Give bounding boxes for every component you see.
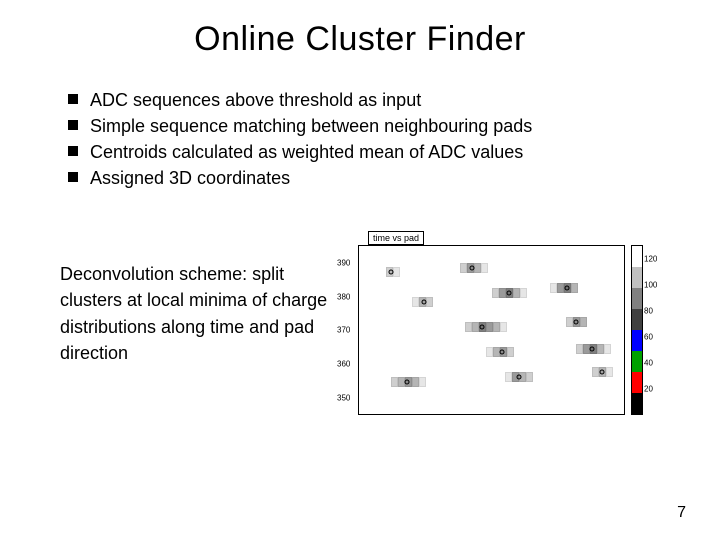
cluster-cell: [566, 317, 573, 327]
cluster-cell: [472, 322, 479, 332]
cluster-cell: [520, 288, 527, 298]
cluster-cell: [391, 377, 398, 387]
chart-title: time vs pad: [368, 231, 424, 245]
centroid-marker: [599, 370, 604, 375]
y-tick: 380: [337, 292, 350, 301]
bullet-item: Centroids calculated as weighted mean of…: [68, 139, 660, 165]
cluster-cell: [513, 288, 520, 298]
cluster-cell: [500, 322, 507, 332]
centroid-marker: [421, 299, 426, 304]
colorbar-segment: [632, 351, 642, 372]
centroid-marker: [499, 350, 504, 355]
cluster: [492, 288, 527, 298]
cluster-cell: [606, 367, 613, 377]
cluster-cell: [550, 283, 557, 293]
page-number: 7: [677, 504, 686, 522]
colorbar-segment: [632, 330, 642, 351]
cluster-cell: [419, 377, 426, 387]
cluster: [460, 263, 488, 273]
colorbar-segment: [632, 246, 642, 267]
cluster-cell: [412, 377, 419, 387]
cluster-cell: [571, 283, 578, 293]
colorbar-segment: [632, 393, 642, 414]
centroid-marker: [516, 375, 521, 380]
cluster-cell: [604, 344, 611, 354]
cluster: [592, 367, 613, 377]
cluster: [576, 344, 611, 354]
centroid-marker: [574, 319, 579, 324]
colorbar-segment: [632, 288, 642, 309]
cluster-cell: [557, 283, 564, 293]
colorbar-ticks: 20 40 60 80 100 120: [644, 246, 664, 414]
cluster-cell: [499, 288, 506, 298]
centroid-marker: [404, 380, 409, 385]
y-tick: 390: [337, 259, 350, 268]
time-vs-pad-chart: 350360370380390 20406080100120: [358, 245, 643, 415]
colorbar-tick: 80: [644, 306, 653, 315]
colorbar-tick: 20: [644, 384, 653, 393]
y-tick: 370: [337, 326, 350, 335]
cluster-cell: [592, 367, 599, 377]
cluster-cell: [493, 322, 500, 332]
colorbar-tick: 60: [644, 332, 653, 341]
centroid-marker: [389, 269, 394, 274]
cluster-cell: [505, 372, 512, 382]
cluster-cell: [481, 263, 488, 273]
bullet-item: Assigned 3D coordinates: [68, 165, 660, 191]
colorbar-segment: [632, 309, 642, 330]
cluster: [566, 317, 587, 327]
colorbar: 20406080100120: [631, 245, 643, 415]
cluster-cell: [576, 344, 583, 354]
cluster-cell: [426, 297, 433, 307]
centroid-marker: [590, 346, 595, 351]
cluster-cell: [465, 322, 472, 332]
centroid-marker: [479, 324, 484, 329]
colorbar-tick: 40: [644, 358, 653, 367]
centroid-marker: [564, 286, 569, 291]
cluster: [386, 267, 400, 277]
cluster: [505, 372, 533, 382]
chart-container: time vs pad 350360370380390 204060801001…: [358, 231, 660, 415]
centroid-marker: [507, 291, 512, 296]
y-tick: 350: [337, 393, 350, 402]
cluster: [550, 283, 578, 293]
plot-area: 350360370380390: [358, 245, 625, 415]
y-tick: 360: [337, 359, 350, 368]
colorbar-segment: [632, 372, 642, 393]
cluster: [486, 347, 514, 357]
cluster: [412, 297, 433, 307]
cluster-cell: [492, 288, 499, 298]
cluster: [465, 322, 507, 332]
colorbar-tick: 100: [644, 281, 657, 290]
cluster-cell: [486, 322, 493, 332]
page-title: Online Cluster Finder: [60, 20, 660, 59]
bullet-item: ADC sequences above threshold as input: [68, 87, 660, 113]
cluster-cell: [597, 344, 604, 354]
cluster: [391, 377, 426, 387]
bullet-item: Simple sequence matching between neighbo…: [68, 113, 660, 139]
cluster-cell: [580, 317, 587, 327]
cluster-cell: [526, 372, 533, 382]
colorbar-tick: 120: [644, 255, 657, 264]
cluster-cell: [412, 297, 419, 307]
cluster-cell: [507, 347, 514, 357]
colorbar-segment: [632, 267, 642, 288]
centroid-marker: [470, 266, 475, 271]
cluster-cell: [460, 263, 467, 273]
cluster-cell: [486, 347, 493, 357]
bullet-list: ADC sequences above threshold as input S…: [68, 87, 660, 191]
deconvolution-text: Deconvolution scheme: split clusters at …: [60, 231, 340, 365]
